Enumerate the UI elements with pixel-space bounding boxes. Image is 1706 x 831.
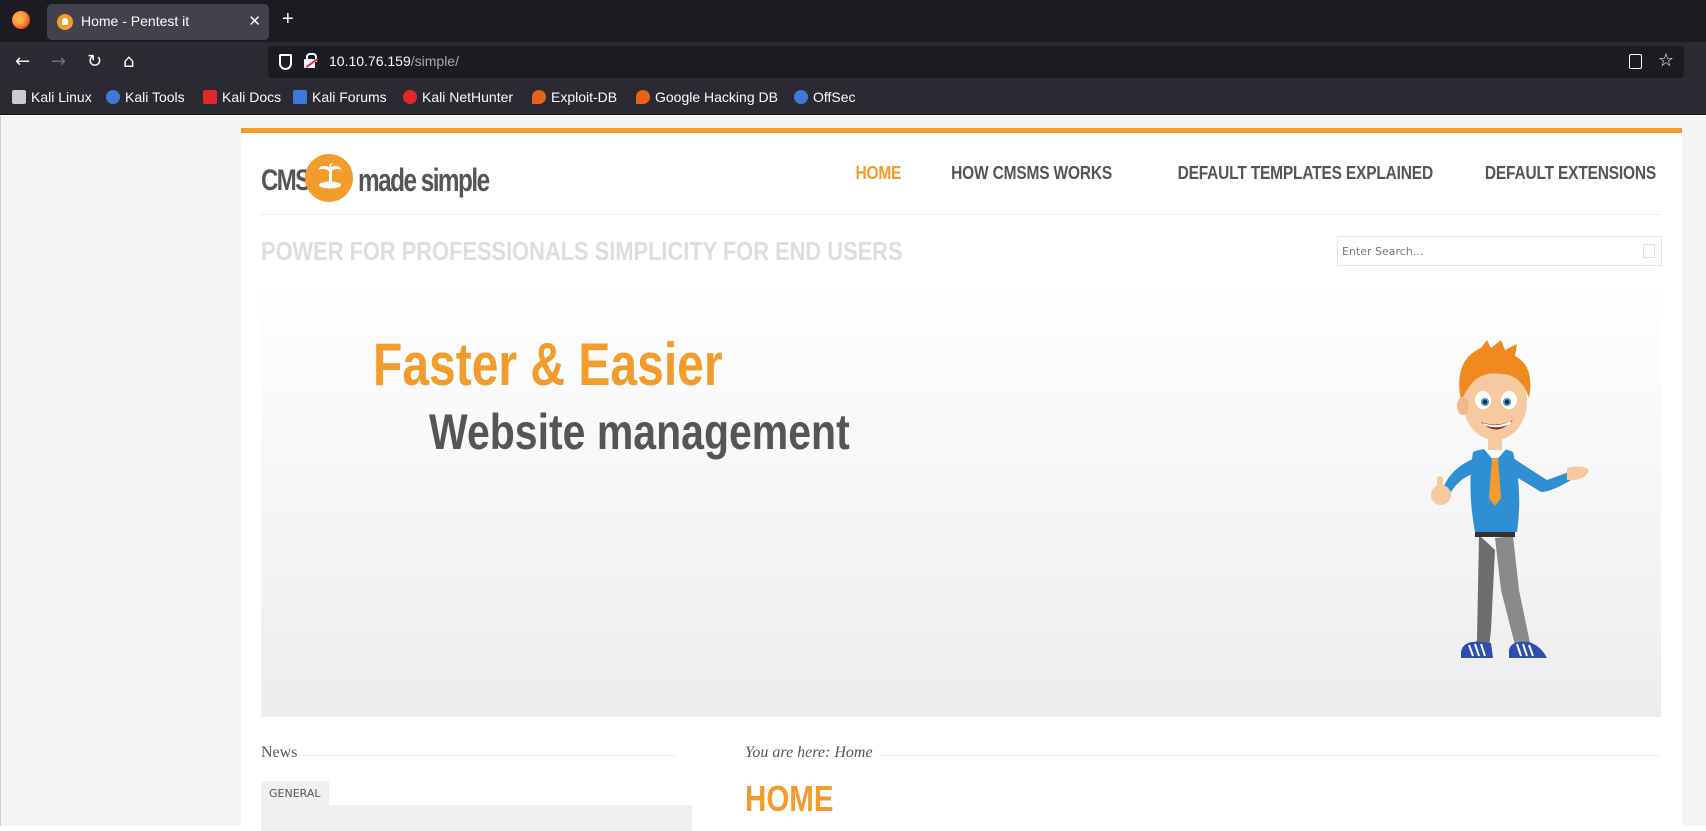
- nav-home[interactable]: HOME: [855, 163, 901, 184]
- search-box: [1337, 236, 1662, 266]
- url-host: 10.10.76.159: [329, 53, 411, 69]
- insecure-lock-icon[interactable]: [304, 53, 317, 68]
- browser-toolbar: ← → ↻ ⌂ 10.10.76.159/simple/ ☆: [0, 42, 1706, 82]
- palm-island-icon: [305, 154, 353, 202]
- cms-favicon-icon: [57, 14, 73, 30]
- offsec-icon: [794, 90, 808, 104]
- browser-tab-bar: Home - Pentest it ✕ +: [0, 0, 1706, 42]
- kali-forums-icon: [293, 90, 307, 104]
- address-bar[interactable]: 10.10.76.159/simple/ ☆: [268, 46, 1684, 78]
- news-panel: [261, 805, 692, 831]
- forward-arrow-icon[interactable]: →: [51, 51, 66, 72]
- url-text[interactable]: 10.10.76.159/simple/: [329, 53, 459, 69]
- bookmark-offsec[interactable]: OffSec: [794, 89, 856, 105]
- hero-title: Faster & Easier: [373, 331, 723, 398]
- search-submit-button[interactable]: [1643, 244, 1655, 258]
- site-tagline: POWER FOR PROFESSIONALS SIMPLICITY FOR E…: [261, 236, 903, 266]
- kali-tools-icon: [106, 90, 120, 104]
- url-path: /simple/: [410, 53, 459, 69]
- bookmark-kali-docs[interactable]: Kali Docs: [203, 89, 281, 105]
- nav-how-cmsms-works[interactable]: HOW CMSMS WORKS: [951, 163, 1112, 184]
- nav-default-templates-explained[interactable]: DEFAULT TEMPLATES EXPLAINED: [1178, 163, 1434, 184]
- back-arrow-icon[interactable]: ←: [15, 51, 30, 72]
- new-tab-button[interactable]: +: [282, 8, 294, 31]
- nethunter-icon: [403, 90, 417, 104]
- bookmark-google-hacking-db[interactable]: Google Hacking DB: [636, 89, 778, 105]
- bookmark-kali-tools[interactable]: Kali Tools: [106, 89, 185, 105]
- hero-subtitle: Website management: [429, 404, 850, 460]
- browser-tab[interactable]: Home - Pentest it ✕: [47, 4, 269, 40]
- header-divider: [261, 214, 1661, 215]
- breadcrumb: You are here: Home: [745, 744, 873, 761]
- bookmark-kali-linux[interactable]: Kali Linux: [12, 89, 92, 105]
- news-category-tab[interactable]: GENERAL: [261, 781, 329, 805]
- news-divider: [301, 755, 677, 756]
- ghdb-icon: [636, 90, 650, 104]
- logo-text-right: made simple: [358, 162, 490, 198]
- main-navigation: HOME HOW CMSMS WORKS DEFAULT TEMPLATES E…: [848, 163, 1656, 184]
- exploit-db-icon: [532, 90, 546, 104]
- hero-banner: Faster & Easier Website management: [261, 280, 1661, 717]
- close-tab-icon[interactable]: ✕: [248, 12, 261, 30]
- home-icon[interactable]: ⌂: [123, 51, 134, 72]
- tracking-shield-icon[interactable]: [279, 54, 292, 70]
- news-heading: News: [261, 744, 298, 761]
- bookmark-exploit-db[interactable]: Exploit-DB: [532, 89, 617, 105]
- mascot-illustration: [1431, 340, 1589, 658]
- kali-dragon-icon: [12, 90, 26, 104]
- page-viewport: CMS made simple HOME HOW CMSMS WORKS DEF…: [0, 116, 1706, 831]
- bookmark-star-icon[interactable]: ☆: [1658, 50, 1674, 71]
- search-input[interactable]: [1338, 237, 1618, 265]
- reader-view-icon[interactable]: [1629, 54, 1642, 69]
- firefox-icon[interactable]: [12, 11, 30, 29]
- bookmark-kali-nethunter[interactable]: Kali NetHunter: [403, 89, 513, 105]
- nav-default-extensions[interactable]: DEFAULT EXTENSIONS: [1485, 163, 1656, 184]
- site-container: CMS made simple HOME HOW CMSMS WORKS DEF…: [241, 128, 1682, 831]
- reload-icon[interactable]: ↻: [87, 51, 102, 72]
- tab-title: Home - Pentest it: [81, 13, 190, 29]
- page-title: HOME: [745, 778, 834, 819]
- breadcrumb-divider: [881, 755, 1661, 756]
- bookmarks-toolbar: Kali Linux Kali Tools Kali Docs Kali For…: [0, 82, 1706, 115]
- logo-text-left: CMS: [261, 164, 311, 197]
- kali-docs-icon: [203, 90, 217, 104]
- bookmark-kali-forums[interactable]: Kali Forums: [293, 89, 387, 105]
